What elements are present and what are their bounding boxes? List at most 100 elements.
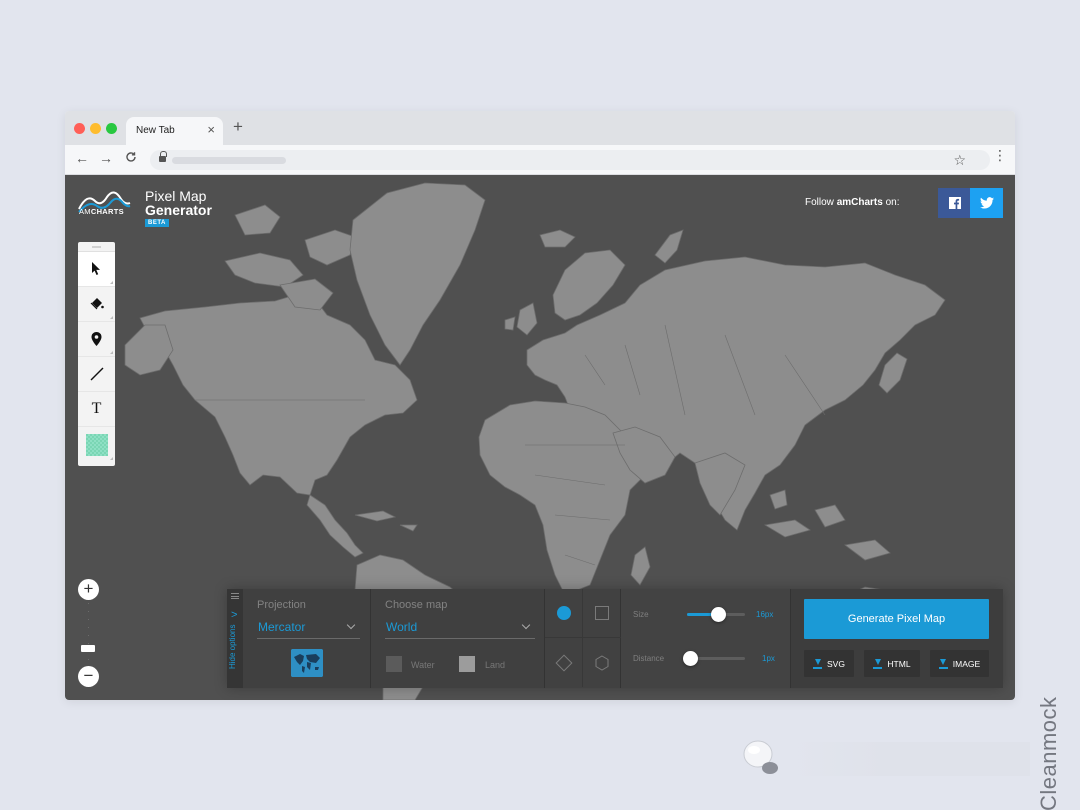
line-icon bbox=[90, 367, 103, 381]
follow-text: Follow amCharts on: bbox=[805, 197, 900, 208]
watermark-text: Cleanmock bbox=[1036, 696, 1061, 810]
hide-options-label: Hide options bbox=[228, 624, 237, 669]
shape-square[interactable] bbox=[583, 589, 621, 638]
url-placeholder bbox=[172, 157, 286, 164]
land-label: Land bbox=[485, 660, 506, 670]
arctic-island bbox=[304, 229, 356, 266]
map-label: Choose map bbox=[385, 599, 448, 611]
logo-wordmark: AMCHARTS bbox=[79, 207, 124, 216]
square-icon bbox=[595, 606, 609, 620]
diamond-icon bbox=[555, 654, 572, 671]
tool-marker[interactable] bbox=[78, 322, 115, 357]
zoom-handle[interactable] bbox=[81, 645, 95, 652]
twitter-icon bbox=[979, 197, 994, 209]
generate-section: Generate Pixel Map SVG HTML IMAGE bbox=[791, 589, 1003, 688]
size-slider[interactable] bbox=[687, 607, 745, 622]
distance-slider[interactable] bbox=[683, 651, 745, 666]
browser-menu-icon[interactable]: ⋮ bbox=[993, 147, 1007, 164]
map-section: Choose map World Water Land bbox=[371, 589, 545, 688]
lock-icon bbox=[159, 151, 167, 162]
tool-color[interactable] bbox=[78, 427, 115, 462]
hexagon-icon bbox=[595, 654, 609, 671]
app-title: Pixel Map bbox=[145, 188, 207, 204]
download-icon bbox=[813, 658, 823, 669]
land-color-box[interactable] bbox=[459, 656, 475, 672]
japan bbox=[878, 352, 908, 394]
download-icon bbox=[938, 658, 948, 669]
facebook-button[interactable] bbox=[938, 188, 971, 218]
address-bar[interactable]: ☆ bbox=[150, 150, 990, 170]
shape-hexagon[interactable] bbox=[583, 638, 621, 687]
back-icon[interactable]: ← bbox=[75, 150, 89, 166]
circle-icon bbox=[556, 606, 571, 620]
shape-diamond[interactable] bbox=[545, 638, 583, 687]
browser-window: New Tab × + ← → ☆ ⋮ AMCHARTS Pixel Map G… bbox=[65, 111, 1015, 700]
chevron-down-icon bbox=[521, 620, 531, 630]
water-color-box[interactable] bbox=[386, 656, 402, 672]
sliders-section: Size 16px Distance 1px bbox=[621, 589, 791, 688]
tool-fill[interactable] bbox=[78, 287, 115, 322]
tool-line[interactable] bbox=[78, 357, 115, 392]
map-value: World bbox=[386, 620, 418, 634]
minimize-window-button[interactable] bbox=[90, 123, 101, 134]
download-html-button[interactable]: HTML bbox=[864, 650, 920, 677]
madagascar bbox=[630, 546, 651, 586]
browser-toolbar: ← → ☆ ⋮ bbox=[65, 145, 1015, 175]
projection-value: Mercator bbox=[258, 620, 306, 634]
distance-value: 1px bbox=[762, 654, 775, 663]
beta-badge: BETA bbox=[145, 219, 169, 227]
pixel-map-app: AMCHARTS Pixel Map Generator BETA Follow… bbox=[65, 175, 1015, 700]
close-window-button[interactable] bbox=[74, 123, 85, 134]
size-slider-knob[interactable] bbox=[711, 607, 726, 622]
tab-new-tab[interactable]: New Tab × bbox=[126, 117, 223, 145]
zoom-in-button[interactable]: + bbox=[78, 579, 99, 600]
zoom-out-button[interactable]: − bbox=[78, 666, 99, 687]
forward-icon[interactable]: → bbox=[99, 150, 113, 166]
tab-bar: New Tab × + bbox=[65, 111, 1015, 145]
twitter-button[interactable] bbox=[970, 188, 1003, 218]
bookmark-star-icon[interactable]: ☆ bbox=[953, 152, 966, 169]
iceland bbox=[539, 229, 576, 248]
chevron-right-icon: > bbox=[231, 609, 238, 621]
download-icon bbox=[873, 658, 883, 669]
size-value: 16px bbox=[756, 610, 774, 619]
distance-slider-knob[interactable] bbox=[683, 651, 698, 666]
size-label: Size bbox=[633, 610, 649, 619]
alaska bbox=[124, 324, 174, 376]
hide-options-toggle[interactable]: > Hide options bbox=[227, 589, 243, 688]
decorative-blur bbox=[790, 742, 1030, 776]
projection-section: Projection Mercator bbox=[243, 589, 371, 688]
water-label: Water bbox=[411, 660, 435, 670]
app-subtitle: Generator bbox=[145, 202, 212, 218]
tab-close-icon[interactable]: × bbox=[207, 122, 215, 137]
map-pin-icon bbox=[91, 332, 102, 346]
tool-palette: T bbox=[78, 242, 115, 466]
fill-bucket-icon bbox=[90, 298, 104, 310]
reload-icon[interactable] bbox=[125, 151, 137, 166]
new-tab-button[interactable]: + bbox=[233, 117, 243, 137]
hand-cursor-icon bbox=[743, 740, 778, 774]
united-kingdom bbox=[516, 302, 538, 336]
tab-title: New Tab bbox=[136, 125, 175, 136]
generate-pixel-map-button[interactable]: Generate Pixel Map bbox=[804, 599, 989, 639]
pixel-shape-section bbox=[545, 589, 621, 688]
options-panel: > Hide options Projection Mercator Choos… bbox=[227, 589, 1003, 688]
projection-preview-icon bbox=[291, 649, 323, 677]
tool-text[interactable]: T bbox=[78, 392, 115, 427]
color-swatch-icon bbox=[85, 433, 108, 456]
download-svg-button[interactable]: SVG bbox=[804, 650, 854, 677]
arctic-island bbox=[224, 252, 304, 288]
download-image-button[interactable]: IMAGE bbox=[930, 650, 989, 677]
chevron-down-icon bbox=[346, 620, 356, 630]
zoom-track[interactable] bbox=[88, 603, 89, 663]
pointer-icon bbox=[92, 262, 100, 275]
central-america bbox=[306, 494, 364, 558]
palette-grip[interactable] bbox=[78, 242, 115, 252]
text-tool-icon: T bbox=[91, 400, 102, 417]
facebook-icon bbox=[948, 197, 961, 209]
projection-label: Projection bbox=[257, 599, 306, 611]
maximize-window-button[interactable] bbox=[106, 123, 117, 134]
tool-select[interactable] bbox=[78, 252, 115, 287]
shape-circle[interactable] bbox=[545, 589, 583, 638]
menu-icon bbox=[231, 593, 239, 599]
